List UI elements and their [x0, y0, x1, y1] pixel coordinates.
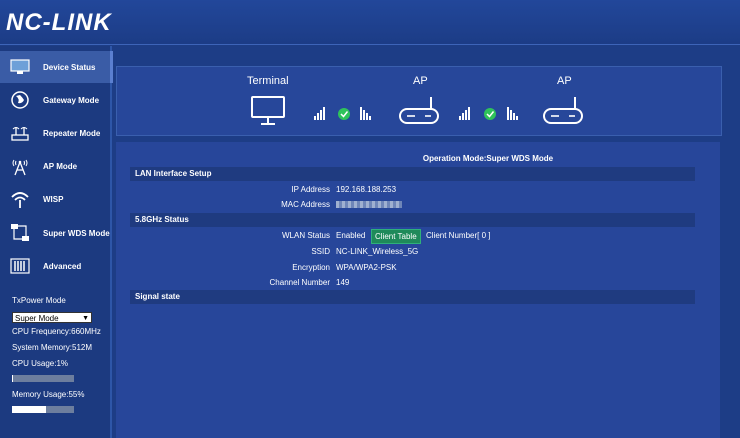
ap2-label: AP: [557, 75, 572, 87]
signal-link-2-icon: [459, 107, 518, 120]
encryption-value: WPA/WPA2-PSK: [336, 263, 397, 272]
cpu-usage: CPU Usage:1%: [12, 359, 69, 368]
ssid-value: NC-LINK_Wireless_5G: [336, 247, 419, 256]
memory-usage-fill: [12, 406, 47, 413]
nav-ap-mode[interactable]: AP Mode: [0, 150, 110, 182]
client-table-button[interactable]: Client Table: [371, 229, 421, 244]
nav-super-wds-mode[interactable]: Super WDS Mode: [0, 217, 110, 249]
wds-icon: [2, 220, 38, 246]
wifi-icon: [2, 186, 38, 212]
channel-label: Channel Number: [269, 278, 330, 287]
wlan-status-row: WLAN Status Enabled Client Table Client …: [116, 229, 720, 245]
nav-repeater-mode[interactable]: Repeater Mode: [0, 117, 110, 149]
monitor-icon: [2, 54, 38, 80]
sidebar: Device Status Gateway Mode Repeater Mode…: [0, 46, 113, 438]
equalizer-icon: [2, 253, 38, 279]
repeater-icon: [2, 120, 38, 146]
nav-advanced[interactable]: Advanced: [0, 250, 110, 282]
ap1-router-icon: [399, 97, 439, 124]
signal-section-header: Signal state: [130, 290, 695, 304]
cpu-usage-fill: [12, 375, 13, 382]
ip-value: 192.168.188.253: [336, 185, 397, 194]
terminal-label: Terminal: [247, 75, 289, 87]
channel-value: 149: [336, 278, 350, 287]
wlan-label: WLAN Status: [281, 231, 330, 240]
ip-label: IP Address: [291, 185, 330, 194]
nav-label: Repeater Mode: [43, 128, 101, 138]
globe-icon: [2, 87, 38, 113]
nav-label: AP Mode: [43, 161, 78, 171]
nav-label: Super WDS Mode: [43, 228, 110, 238]
txpower-select[interactable]: Super Mode ▼: [12, 312, 92, 323]
terminal-monitor-icon: [251, 96, 285, 125]
nav-wisp[interactable]: WISP: [0, 183, 110, 215]
logo: NC-LINK: [6, 9, 112, 36]
mac-label: MAC Address: [281, 200, 330, 209]
nav-device-status[interactable]: Device Status: [0, 51, 113, 83]
system-memory: System Memory:512M: [12, 343, 93, 352]
txpower-value: Super Mode: [15, 314, 59, 323]
lan-section-header: LAN Interface Setup: [130, 167, 695, 181]
operation-mode-title: Operation Mode:Super WDS Mode: [422, 154, 554, 163]
network-topology: Terminal AP AP: [116, 66, 722, 136]
nav-label: Device Status: [43, 62, 96, 72]
status-panel: Operation Mode:Super WDS Mode LAN Interf…: [116, 142, 720, 438]
header: NC-LINK: [0, 0, 740, 45]
nav-label: Gateway Mode: [43, 95, 100, 105]
wifi-section-header: 5.8GHz Status: [130, 213, 695, 227]
ssid-label: SSID: [311, 247, 330, 256]
client-number: Client Number[ 0 ]: [426, 231, 491, 240]
antenna-icon: [2, 153, 38, 179]
encryption-label: Encryption: [292, 263, 330, 272]
ap2-router-icon: [543, 97, 583, 124]
cpu-frequency: CPU Frequency:660MHz: [12, 327, 101, 336]
ap1-label: AP: [413, 75, 428, 87]
nav-label: WISP: [43, 194, 64, 204]
txpower-label: TxPower Mode: [12, 296, 66, 305]
cpu-usage-bar: [12, 375, 74, 382]
nav-label: Advanced: [43, 261, 82, 271]
nav-gateway-mode[interactable]: Gateway Mode: [0, 84, 110, 116]
signal-link-1-icon: [314, 107, 371, 120]
wlan-value: Enabled: [336, 231, 366, 240]
memory-usage-bar: [12, 406, 74, 413]
memory-usage: Memory Usage:55%: [12, 390, 85, 399]
mac-value-redacted: [336, 200, 402, 209]
chevron-down-icon: ▼: [82, 315, 89, 322]
